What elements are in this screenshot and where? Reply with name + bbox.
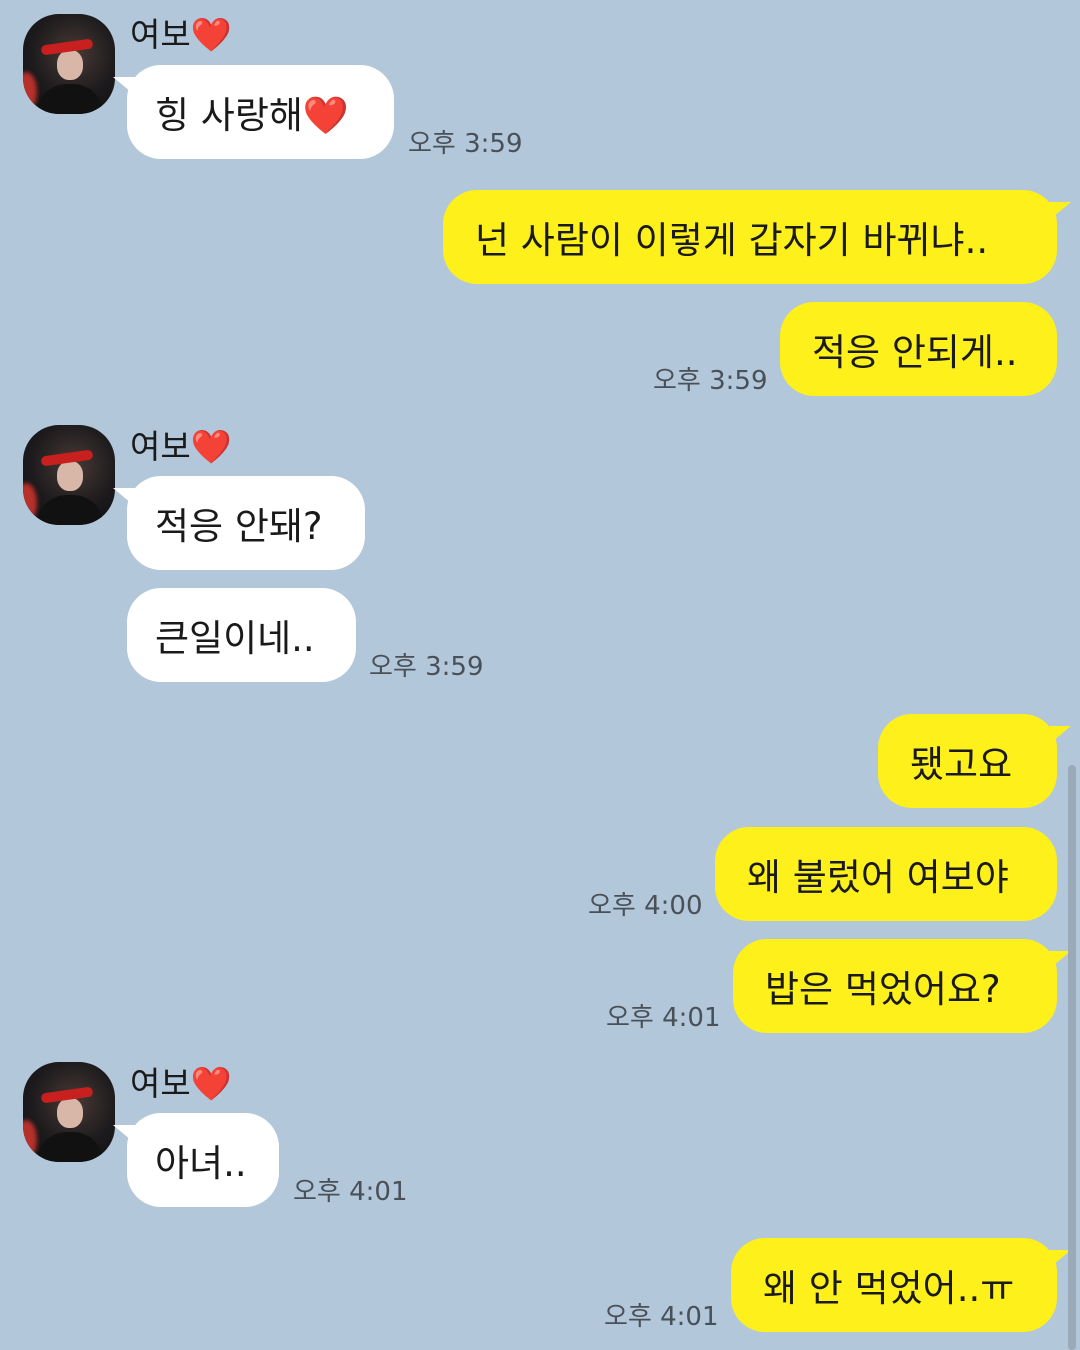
contact-avatar[interactable] <box>23 425 115 525</box>
message-bubble-incoming[interactable]: 힝 사랑해❤️ <box>113 65 394 159</box>
heart-icon: ❤️ <box>190 1064 232 1103</box>
avatar-photo-detail <box>37 84 103 114</box>
message-bubble-outgoing[interactable]: 왜 불렀어 여보야 <box>715 827 1057 921</box>
message-text: 큰일이네.. <box>155 617 315 660</box>
avatar-photo-detail <box>23 72 37 112</box>
avatar-photo-detail <box>37 495 103 525</box>
message-text: 밥은 먹었어요? <box>765 968 1001 1011</box>
sender-name: 여보❤️ <box>130 15 232 55</box>
message-bubble-outgoing[interactable]: 밥은 먹었어요? <box>733 939 1071 1033</box>
message-text: 힝 사랑해❤️ <box>155 94 349 137</box>
sender-name: 여보❤️ <box>130 427 232 467</box>
message-text: 아녀.. <box>155 1142 247 1185</box>
message-text: 됐고요 <box>910 743 1013 786</box>
message-text: 왜 불렀어 여보야 <box>747 856 1009 899</box>
message-bubble-outgoing[interactable]: 됐고요 <box>878 714 1071 808</box>
message-timestamp: 오후 4:00 <box>588 891 703 921</box>
message-timestamp: 오후 3:59 <box>369 652 484 682</box>
heart-icon: ❤️ <box>190 15 232 54</box>
avatar-photo-detail <box>23 483 37 523</box>
message-bubble-incoming[interactable]: 아녀.. <box>113 1113 279 1207</box>
avatar-photo-detail <box>23 1120 37 1160</box>
message-timestamp: 오후 3:59 <box>653 366 768 396</box>
message-bubble-outgoing[interactable]: 넌 사람이 이렇게 갑자기 바뀌냐.. <box>443 190 1071 284</box>
message-text: 적응 안되게.. <box>812 331 1018 374</box>
message-text: 적응 안돼? <box>155 505 323 548</box>
message-text: 왜 안 먹었어..ㅠ <box>763 1267 1015 1310</box>
sender-name: 여보❤️ <box>130 1064 232 1104</box>
contact-avatar[interactable] <box>23 14 115 114</box>
sender-name-text: 여보 <box>130 427 191 466</box>
message-timestamp: 오후 3:59 <box>408 129 523 159</box>
contact-avatar[interactable] <box>23 1062 115 1162</box>
message-bubble-incoming[interactable]: 큰일이네.. <box>127 588 356 682</box>
message-timestamp: 오후 4:01 <box>606 1003 721 1033</box>
avatar-photo-detail <box>57 461 83 491</box>
scrollbar[interactable] <box>1068 765 1076 1350</box>
sender-name-text: 여보 <box>130 1064 191 1103</box>
sender-name-text: 여보 <box>130 15 191 54</box>
message-bubble-outgoing[interactable]: 왜 안 먹었어..ㅠ <box>731 1238 1071 1332</box>
message-bubble-outgoing[interactable]: 적응 안되게.. <box>780 302 1057 396</box>
message-text: 넌 사람이 이렇게 갑자기 바뀌냐.. <box>475 219 989 262</box>
heart-icon: ❤️ <box>190 427 232 466</box>
avatar-photo-detail <box>57 1098 83 1128</box>
avatar-photo-detail <box>37 1132 103 1162</box>
message-timestamp: 오후 4:01 <box>604 1302 719 1332</box>
message-timestamp: 오후 4:01 <box>293 1177 408 1207</box>
message-bubble-incoming[interactable]: 적응 안돼? <box>113 476 365 570</box>
avatar-photo-detail <box>57 50 83 80</box>
